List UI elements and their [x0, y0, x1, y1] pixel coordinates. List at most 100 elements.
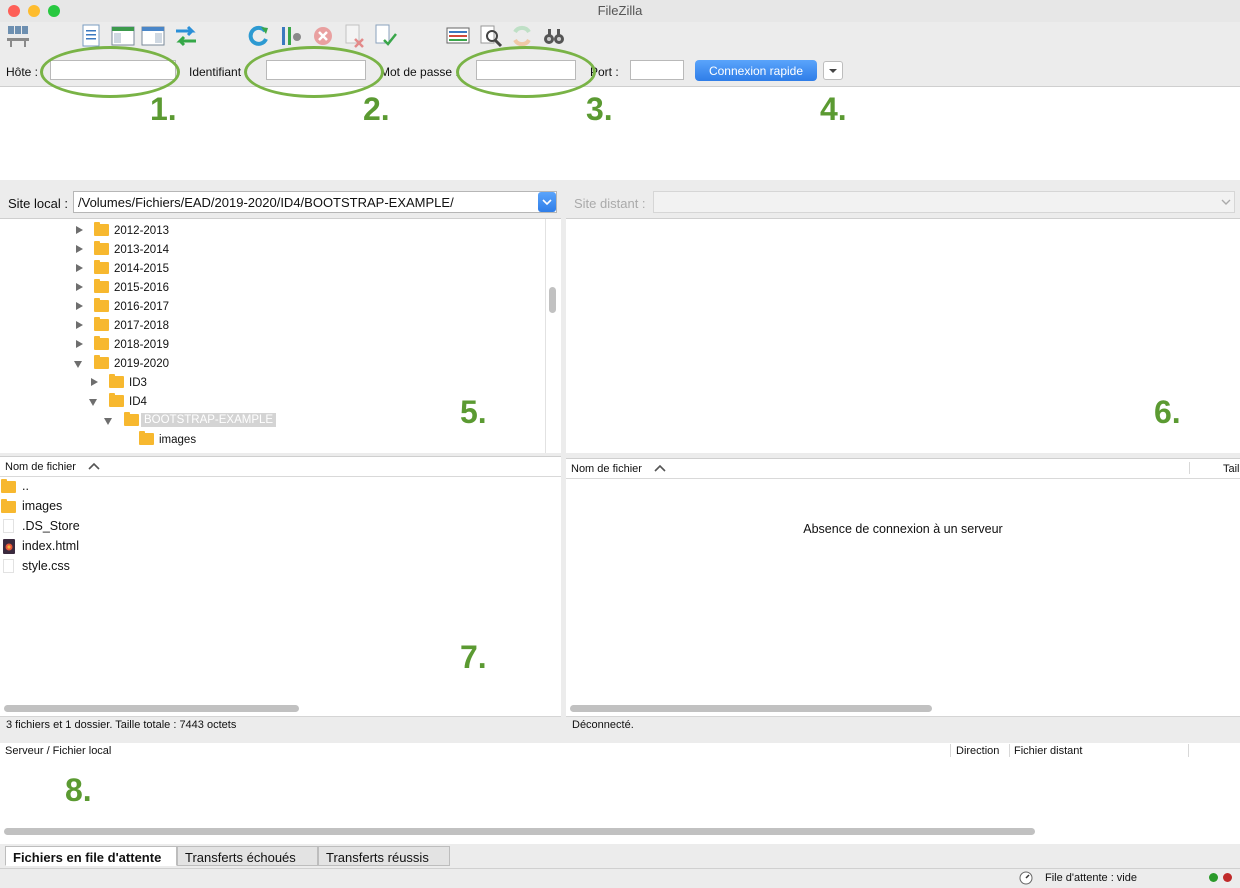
quickconnect-button[interactable]: Connexion rapide: [695, 60, 817, 81]
window-title: FileZilla: [597, 3, 643, 18]
local-list-header[interactable]: Nom de fichier: [0, 457, 561, 477]
expand-arrow-icon[interactable]: [76, 340, 83, 348]
refresh-icon[interactable]: [245, 22, 271, 50]
queue-hscroll-thumb[interactable]: [4, 828, 1035, 835]
tree-item-2013-2014[interactable]: 2013-2014: [0, 241, 540, 260]
local-col-filename[interactable]: Nom de fichier: [5, 461, 76, 473]
tab-failed-transfers[interactable]: Transferts échoués: [177, 846, 318, 866]
folder-icon: [94, 317, 109, 331]
directory-comparison-icon[interactable]: [478, 22, 504, 50]
folder-icon: [94, 336, 109, 350]
tree-item-2012-2013[interactable]: 2012-2013: [0, 222, 540, 241]
collapse-arrow-icon[interactable]: [104, 418, 112, 425]
site-manager-icon[interactable]: [5, 22, 31, 50]
local-site-label: Site local :: [8, 196, 68, 211]
local-path-dropdown[interactable]: [538, 192, 556, 212]
remote-list-header[interactable]: Nom de fichier Tail: [566, 459, 1240, 479]
annotation-2: 2.: [363, 91, 390, 127]
queue-col-direction[interactable]: Direction: [956, 745, 999, 757]
quickconnect-history-dropdown[interactable]: [823, 61, 843, 80]
annotation-4: 4.: [820, 91, 847, 127]
title-bar: FileZilla: [0, 0, 1240, 22]
annotation-ring-password: [456, 46, 596, 98]
tree-item-2016-2017[interactable]: 2016-2017: [0, 298, 540, 317]
transfer-queue-icon[interactable]: [173, 22, 199, 50]
remote-site-label: Site distant :: [574, 196, 646, 211]
tree-item-bootstrap-example[interactable]: BOOTSTRAP-EXAMPLE: [0, 412, 540, 431]
collapse-arrow-icon[interactable]: [89, 399, 97, 406]
tree-item-images[interactable]: images: [0, 431, 540, 450]
remote-col-filename[interactable]: Nom de fichier: [571, 463, 642, 475]
folder-icon: [94, 260, 109, 274]
column-divider: [950, 744, 951, 757]
tab-queued-files[interactable]: Fichiers en file d'attente: [5, 846, 177, 866]
folder-icon: [1, 479, 16, 493]
chevron-down-icon: [542, 199, 552, 206]
file-row-ds-store[interactable]: .DS_Store: [0, 517, 560, 537]
file-row-style-css[interactable]: style.css: [0, 557, 560, 577]
local-path-combo[interactable]: /Volumes/Fichiers/EAD/2019-2020/ID4/BOOT…: [73, 191, 557, 213]
directory-listing-filters-icon[interactable]: [445, 22, 471, 50]
expand-arrow-icon[interactable]: [91, 378, 98, 386]
annotation-6: 6.: [1154, 394, 1181, 430]
collapse-arrow-icon[interactable]: [74, 361, 82, 368]
sort-ascending-icon[interactable]: [88, 462, 100, 470]
folder-icon: [94, 298, 109, 312]
folder-icon: [109, 374, 124, 388]
tree-item-2019-2020[interactable]: 2019-2020: [0, 355, 540, 374]
tab-successful-transfers[interactable]: Transferts réussis: [318, 846, 450, 866]
folder-icon: [94, 241, 109, 255]
local-file-list[interactable]: Nom de fichier .. images .DS_Store index…: [0, 456, 561, 717]
tree-scrollbar-thumb[interactable]: [549, 287, 556, 313]
host-label: Hôte :: [6, 65, 39, 79]
expand-arrow-icon[interactable]: [76, 302, 83, 310]
folder-icon: [94, 279, 109, 293]
search-remote-files-icon[interactable]: [541, 22, 567, 50]
file-icon: [3, 519, 14, 533]
disconnect-icon[interactable]: [341, 22, 367, 50]
toggle-remote-tree-icon[interactable]: [140, 22, 166, 50]
folder-icon: [109, 393, 124, 407]
expand-arrow-icon[interactable]: [76, 226, 83, 234]
column-divider: [1189, 462, 1190, 474]
expand-arrow-icon[interactable]: [76, 264, 83, 272]
expand-arrow-icon[interactable]: [76, 283, 83, 291]
tree-item-2018-2019[interactable]: 2018-2019: [0, 336, 540, 355]
quickconnect-bar: Hôte : Identifiant : Mot de passe : Port…: [0, 56, 1240, 87]
remote-list-hscroll-thumb[interactable]: [570, 705, 932, 712]
tree-item-2014-2015[interactable]: 2014-2015: [0, 260, 540, 279]
tree-scrollbar-track: [545, 219, 546, 453]
file-icon: [3, 559, 14, 573]
annotation-8: 8.: [65, 772, 92, 808]
file-row-parent[interactable]: ..: [0, 477, 560, 497]
file-row-images[interactable]: images: [0, 497, 560, 517]
remote-file-list[interactable]: Nom de fichier Tail Absence de connexion…: [566, 458, 1240, 717]
html-file-icon: [3, 539, 15, 554]
remote-col-size[interactable]: Tail: [1223, 463, 1240, 475]
local-status-bar: 3 fichiers et 1 dossier. Taille totale :…: [0, 716, 561, 735]
remote-directory-tree[interactable]: 6.: [566, 218, 1240, 453]
local-directory-tree[interactable]: 2012-2013 2013-2014 2014-2015 2015-2016 …: [0, 218, 561, 453]
sort-ascending-icon[interactable]: [654, 464, 666, 472]
expand-arrow-icon[interactable]: [76, 245, 83, 253]
remote-status-bar: Déconnecté.: [566, 716, 1240, 735]
expand-arrow-icon[interactable]: [76, 321, 83, 329]
reconnect-icon[interactable]: [372, 22, 398, 50]
tree-item-id3[interactable]: ID3: [0, 374, 540, 393]
remote-path-combo[interactable]: [653, 191, 1235, 213]
tree-item-id4[interactable]: ID4: [0, 393, 540, 412]
queue-list[interactable]: 8.: [0, 760, 1240, 844]
tree-item-2017-2018[interactable]: 2017-2018: [0, 317, 540, 336]
queue-col-remote[interactable]: Fichier distant: [1014, 745, 1082, 757]
local-list-hscroll-thumb[interactable]: [4, 705, 299, 712]
no-connection-message: Absence de connexion à un serveur: [803, 522, 1003, 536]
port-input[interactable]: [630, 60, 684, 80]
folder-icon: [1, 499, 16, 513]
tree-item-2015-2016[interactable]: 2015-2016: [0, 279, 540, 298]
queue-col-server[interactable]: Serveur / Fichier local: [5, 745, 111, 757]
column-divider: [1009, 744, 1010, 757]
chevron-down-icon: [829, 69, 837, 73]
speed-limit-icon[interactable]: [1019, 871, 1033, 885]
local-site-bar: Site local : /Volumes/Fichiers/EAD/2019-…: [0, 186, 561, 218]
file-row-index-html[interactable]: index.html: [0, 537, 560, 557]
